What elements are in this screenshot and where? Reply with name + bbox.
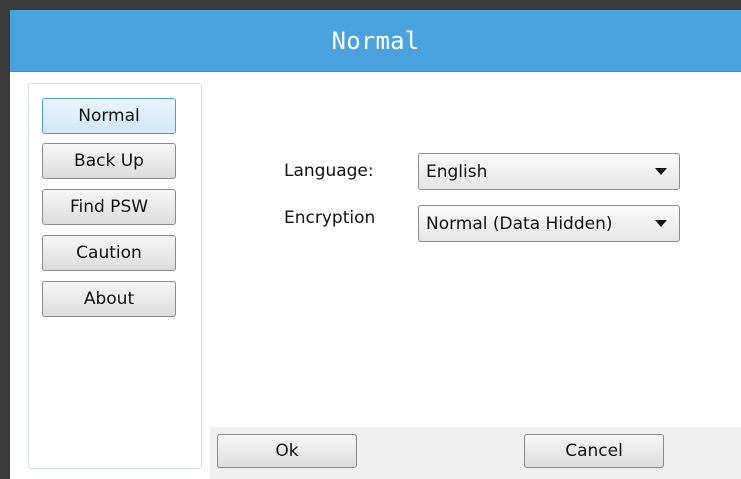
sidebar-item-about[interactable]: About [42,281,176,317]
ok-button[interactable]: Ok [217,434,357,468]
cancel-button-label: Cancel [565,441,623,461]
ok-button-label: Ok [275,441,299,461]
sidebar-item-label: Back Up [74,151,144,171]
language-label: Language: [284,161,374,181]
cancel-button[interactable]: Cancel [524,434,664,468]
encryption-label: Encryption [284,208,376,228]
sidebar-item-label: About [83,289,135,309]
sidebar-item-find-psw[interactable]: Find PSW [42,189,176,225]
language-select[interactable]: English [418,153,680,190]
sidebar-panel: Normal Back Up Find PSW Caution About [28,83,202,469]
chevron-down-icon [655,168,667,175]
dialog-window: Normal Normal Back Up Find PSW Caution A… [0,0,741,479]
encryption-selected-value: Normal (Data Hidden) [426,213,613,234]
sidebar-item-normal[interactable]: Normal [42,98,176,134]
chevron-down-icon [655,220,667,227]
title-bar[interactable]: Normal [10,10,741,72]
encryption-select[interactable]: Normal (Data Hidden) [418,205,680,242]
sidebar-item-label: Normal [78,106,140,126]
sidebar-item-label: Caution [76,243,142,263]
dialog-content: Normal Back Up Find PSW Caution About La… [10,72,741,479]
dialog-footer: Ok Cancel [210,427,741,479]
window-title: Normal [331,26,420,55]
sidebar-item-back-up[interactable]: Back Up [42,143,176,179]
sidebar-item-label: Find PSW [69,197,149,217]
sidebar-item-caution[interactable]: Caution [42,235,176,271]
language-selected-value: English [426,161,488,182]
